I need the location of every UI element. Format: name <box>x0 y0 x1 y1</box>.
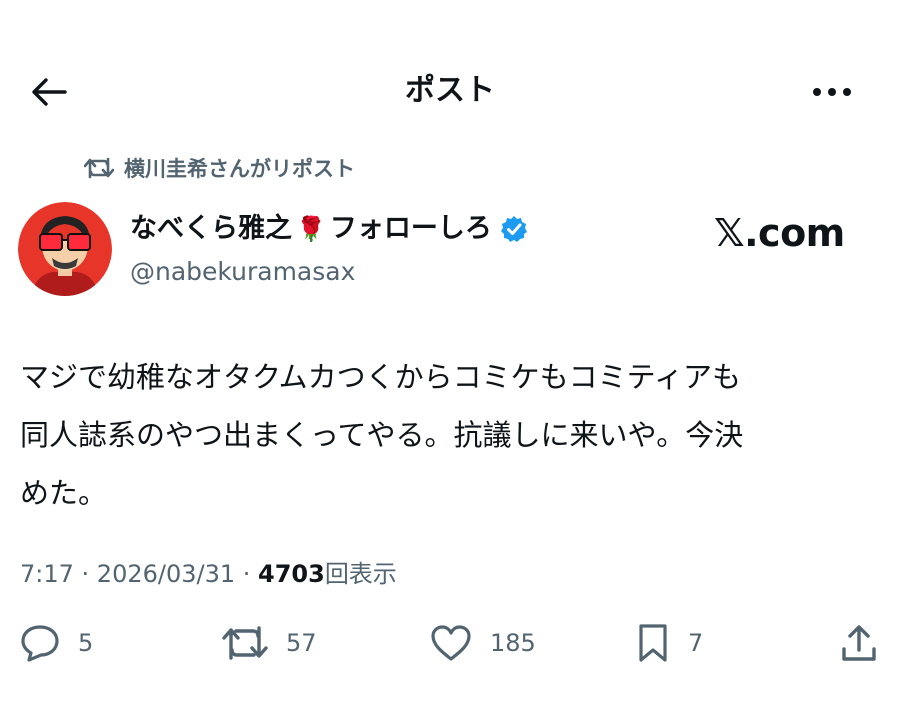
bookmark-count: 7 <box>688 629 704 657</box>
share-icon <box>842 625 876 661</box>
views-count: 4703 <box>258 560 325 588</box>
x-com-logo: 𝕏.com <box>714 211 845 255</box>
more-dots-icon <box>813 88 851 96</box>
post-time[interactable]: 7:17 <box>20 560 74 588</box>
meta-separator: · <box>73 560 97 588</box>
post-text-line: めた。 <box>20 476 108 510</box>
bookmark-icon <box>639 624 667 662</box>
avatar-illustration <box>18 202 112 296</box>
meta-separator: · <box>235 560 259 588</box>
repost-button[interactable]: 57 <box>222 618 317 668</box>
post-text: マジで幼稚なオタクムカつくからコミケもコミティアも 同人誌系のやつ出まくってやる… <box>20 348 880 522</box>
repost-icon <box>84 157 114 179</box>
repost-context[interactable]: 横川圭希さんがリポスト <box>84 150 355 186</box>
action-bar: 5 57 185 7 <box>0 618 900 668</box>
share-button[interactable] <box>840 618 878 668</box>
views-label: 回表示 <box>324 560 397 588</box>
author-name: なべくら雅之 <box>130 213 292 244</box>
reply-button[interactable]: 5 <box>20 618 93 668</box>
author-name-suffix: フォローしろ <box>329 213 492 244</box>
bookmark-button[interactable]: 7 <box>636 618 703 668</box>
post-text-line: 同人誌系のやつ出まくってやる。抗議しに来いや。今決 <box>20 418 744 452</box>
reply-icon <box>21 625 59 662</box>
repost-context-label: 横川圭希さんがリポスト <box>124 157 355 181</box>
avatar[interactable] <box>18 202 112 296</box>
verified-badge-icon <box>500 216 527 242</box>
like-count: 185 <box>490 629 536 657</box>
post-date[interactable]: 2026/03/31 <box>97 560 235 588</box>
author-name-row[interactable]: なべくら雅之 🌹 フォローしろ <box>130 208 528 250</box>
repost-icon <box>222 626 268 660</box>
author-handle[interactable]: @nabekuramasax <box>130 252 355 292</box>
more-options-button[interactable] <box>800 70 864 114</box>
heart-icon <box>431 625 471 661</box>
like-button[interactable]: 185 <box>430 618 536 668</box>
post-text-line: マジで幼稚なオタクムカつくからコミケもコミティアも <box>20 360 741 394</box>
repost-count: 57 <box>286 629 317 657</box>
page-title: ポスト <box>405 73 495 108</box>
rose-emoji: 🌹 <box>296 215 326 243</box>
post-meta: 7:17 · 2026/03/31 · 4703回表示 <box>20 556 397 592</box>
reply-count: 5 <box>78 629 94 657</box>
